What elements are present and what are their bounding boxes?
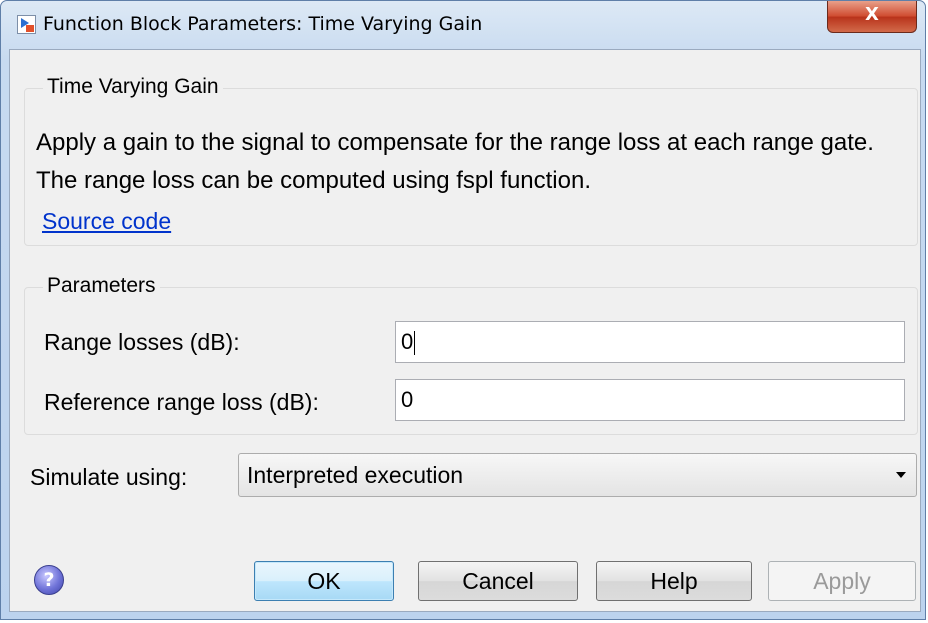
close-button[interactable]: X [827, 1, 917, 33]
ok-button[interactable]: OK [254, 561, 394, 601]
help-button[interactable]: Help [596, 561, 752, 601]
range-losses-label: Range losses (dB): [44, 329, 240, 355]
simulate-using-value: Interpreted execution [247, 462, 464, 488]
block-description: Apply a gain to the signal to compensate… [36, 129, 874, 194]
dialog-body: Time Varying Gain Apply a gain to the si… [9, 49, 921, 612]
cancel-button[interactable]: Cancel [418, 561, 578, 601]
block-group-title: Time Varying Gain [43, 75, 223, 99]
range-losses-input[interactable]: 0 [395, 321, 905, 363]
reference-range-loss-value: 0 [401, 387, 414, 412]
reference-range-loss-label: Reference range loss (dB): [44, 389, 319, 415]
help-question-icon[interactable]: ? [34, 565, 64, 595]
text-caret [414, 331, 416, 356]
chevron-down-icon [896, 472, 906, 478]
simulink-block-icon [17, 15, 36, 34]
source-code-link[interactable]: Source code [42, 208, 171, 235]
simulate-using-select[interactable]: Interpreted execution [238, 453, 917, 497]
window-title: Function Block Parameters: Time Varying … [43, 13, 483, 35]
title-bar[interactable]: Function Block Parameters: Time Varying … [1, 1, 925, 45]
range-losses-value: 0 [401, 329, 414, 354]
simulate-using-label: Simulate using: [30, 464, 188, 490]
dialog-window: Function Block Parameters: Time Varying … [0, 0, 926, 620]
parameters-group-title: Parameters [43, 274, 160, 298]
reference-range-loss-input[interactable]: 0 [395, 379, 905, 421]
apply-button: Apply [768, 561, 916, 601]
